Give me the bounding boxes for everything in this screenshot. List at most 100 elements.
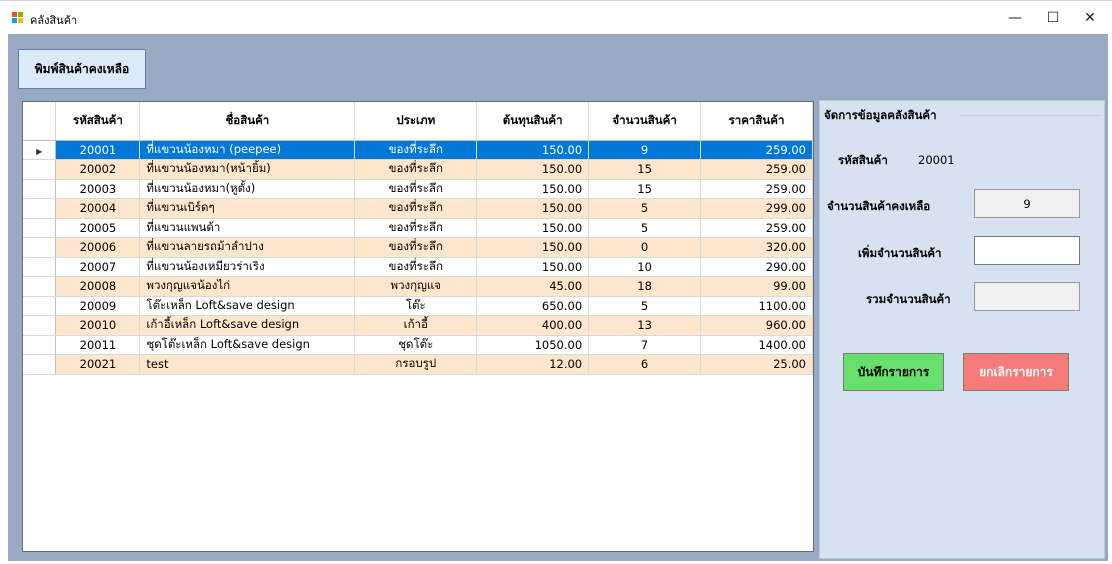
price-cell[interactable]: 259.00 (700, 179, 813, 199)
table-row[interactable]: 20003 ที่แขวนน้องหมา(หูตั้ง) ของที่ระลึก 15… (23, 179, 813, 199)
cost-cell[interactable]: 150.00 (476, 257, 590, 277)
row-header[interactable] (23, 315, 57, 336)
price-cell[interactable]: 290.00 (700, 257, 813, 277)
cost-cell[interactable]: 400.00 (476, 315, 590, 336)
cost-cell[interactable]: 150.00 (476, 198, 590, 219)
table-row[interactable]: 20010 เก้าอี้เหล็ก Loft&save design เก้าอี… (23, 315, 813, 336)
price-cell[interactable]: 99.00 (700, 276, 813, 297)
minimize-icon[interactable]: — (1000, 6, 1030, 30)
category-cell[interactable]: โต๊ะ (354, 296, 478, 316)
quantity-cell[interactable]: 6 (588, 354, 702, 375)
cost-cell[interactable]: 150.00 (476, 140, 590, 160)
product-name-cell[interactable]: ชุดโต๊ะเหล็ก Loft&save design (139, 335, 356, 355)
row-header[interactable] (23, 296, 57, 316)
price-cell[interactable]: 299.00 (700, 198, 813, 219)
category-cell[interactable]: ของที่ระลึก (354, 159, 478, 180)
cost-cell[interactable]: 45.00 (476, 276, 590, 297)
quantity-cell[interactable]: 18 (588, 276, 702, 297)
row-header[interactable] (23, 276, 57, 297)
product-code-cell[interactable]: 20004 (55, 198, 141, 219)
table-row[interactable]: 20008 พวงกุญแจน้องไก่ พวงกุญแจ 45.00 18 99.00 (23, 276, 813, 297)
column-header[interactable]: ต้นทุนสินค้า (476, 102, 590, 141)
product-name-cell[interactable]: พวงกุญแจน้องไก่ (139, 276, 356, 297)
product-code-cell[interactable]: 20001 (55, 140, 141, 160)
product-grid[interactable]: รหัสสินค้า ชื่อสินค้า ประเภท ต้นทุนสินค้… (22, 101, 814, 552)
cost-cell[interactable]: 12.00 (476, 354, 590, 375)
table-row[interactable]: 20021 test กรอบรูป 12.00 6 25.00 (23, 354, 813, 375)
table-row[interactable]: 20006 ที่แขวนลายรถม้าลำปาง ของที่ระลึก 150.… (23, 237, 813, 258)
product-code-cell[interactable]: 20011 (55, 335, 141, 355)
product-code-cell[interactable]: 20002 (55, 159, 141, 180)
price-cell[interactable]: 1400.00 (700, 335, 813, 355)
product-name-cell[interactable]: ที่แขวนน้องเหมียวร่าเริง (139, 257, 356, 277)
cancel-button[interactable]: ยกเลิกรายการ (963, 353, 1069, 391)
print-stock-button[interactable]: พิมพ์สินค้าคงเหลือ (18, 49, 146, 89)
cost-cell[interactable]: 150.00 (476, 179, 590, 199)
price-cell[interactable]: 259.00 (700, 140, 813, 160)
quantity-cell[interactable]: 5 (588, 296, 702, 316)
product-code-cell[interactable]: 20007 (55, 257, 141, 277)
table-row[interactable]: 20004 ที่แขวนเบิร์ดๆ ของที่ระลึก 150.00 5 299… (23, 198, 813, 219)
column-header[interactable]: จำนวนสินค้า (588, 102, 702, 141)
quantity-cell[interactable]: 15 (588, 159, 702, 180)
quantity-cell[interactable]: 5 (588, 218, 702, 238)
product-name-cell[interactable]: ที่แขวนน้องหมา (peepee) (139, 140, 356, 160)
row-header[interactable] (23, 237, 57, 258)
category-cell[interactable]: ของที่ระลึก (354, 218, 478, 238)
price-cell[interactable]: 1100.00 (700, 296, 813, 316)
category-cell[interactable]: ของที่ระลึก (354, 179, 478, 199)
quantity-cell[interactable]: 13 (588, 315, 702, 336)
table-row[interactable]: 20007 ที่แขวนน้องเหมียวร่าเริง ของที่ระลึก… (23, 257, 813, 277)
product-name-cell[interactable]: ที่แขวนแพนด้า (139, 218, 356, 238)
column-header[interactable]: ประเภท (354, 102, 478, 141)
table-row[interactable]: 20002 ที่แขวนน้องหมา(หน้ายิ้ม) ของที่ระลึก… (23, 159, 813, 180)
category-cell[interactable]: ของที่ระลึก (354, 237, 478, 258)
column-header[interactable]: รหัสสินค้า (55, 102, 141, 141)
product-name-cell[interactable]: เก้าอี้เหล็ก Loft&save design (139, 315, 356, 336)
category-cell[interactable]: กรอบรูป (354, 354, 478, 375)
price-cell[interactable]: 259.00 (700, 159, 813, 180)
save-button[interactable]: บันทึกรายการ (843, 353, 944, 391)
quantity-cell[interactable]: 5 (588, 198, 702, 219)
product-name-cell[interactable]: ที่แขวนเบิร์ดๆ (139, 198, 356, 219)
category-cell[interactable]: พวงกุญแจ (354, 276, 478, 297)
price-cell[interactable]: 25.00 (700, 354, 813, 375)
table-row[interactable]: ▶ 20001 ที่แขวนน้องหมา (peepee) ของที่ระลึก… (23, 140, 813, 160)
category-cell[interactable]: ของที่ระลึก (354, 257, 478, 277)
product-code-cell[interactable]: 20009 (55, 296, 141, 316)
row-header[interactable] (23, 198, 57, 219)
product-code-cell[interactable]: 20008 (55, 276, 141, 297)
cost-cell[interactable]: 150.00 (476, 159, 590, 180)
category-cell[interactable]: ของที่ระลึก (354, 140, 478, 160)
add-qty-input[interactable] (974, 236, 1080, 265)
product-code-cell[interactable]: 20021 (55, 354, 141, 375)
price-cell[interactable]: 259.00 (700, 218, 813, 238)
table-row[interactable]: 20005 ที่แขวนแพนด้า ของที่ระลึก 150.00 5 259.… (23, 218, 813, 238)
row-header[interactable] (23, 159, 57, 180)
product-code-cell[interactable]: 20006 (55, 237, 141, 258)
category-cell[interactable]: ของที่ระลึก (354, 198, 478, 219)
quantity-cell[interactable]: 0 (588, 237, 702, 258)
table-row[interactable]: 20009 โต๊ะเหล็ก Loft&save design โต๊ะ 650.0… (23, 296, 813, 316)
column-header[interactable]: ชื่อสินค้า (139, 102, 356, 141)
row-header[interactable] (23, 354, 57, 375)
cost-cell[interactable]: 650.00 (476, 296, 590, 316)
product-code-cell[interactable]: 20010 (55, 315, 141, 336)
table-row[interactable]: 20011 ชุดโต๊ะเหล็ก Loft&save design ชุดโต๊… (23, 335, 813, 355)
category-cell[interactable]: ชุดโต๊ะ (354, 335, 478, 355)
cost-cell[interactable]: 150.00 (476, 218, 590, 238)
product-name-cell[interactable]: โต๊ะเหล็ก Loft&save design (139, 296, 356, 316)
column-header[interactable]: ราคาสินค้า (700, 102, 813, 141)
product-name-cell[interactable]: ที่แขวนน้องหมา(หูตั้ง) (139, 179, 356, 199)
cost-cell[interactable]: 1050.00 (476, 335, 590, 355)
cost-cell[interactable]: 150.00 (476, 237, 590, 258)
row-header[interactable]: ▶ (23, 140, 57, 160)
quantity-cell[interactable]: 7 (588, 335, 702, 355)
product-name-cell[interactable]: test (139, 354, 356, 375)
price-cell[interactable]: 960.00 (700, 315, 813, 336)
product-name-cell[interactable]: ที่แขวนลายรถม้าลำปาง (139, 237, 356, 258)
quantity-cell[interactable]: 15 (588, 179, 702, 199)
price-cell[interactable]: 320.00 (700, 237, 813, 258)
quantity-cell[interactable]: 10 (588, 257, 702, 277)
maximize-icon[interactable]: ☐ (1038, 6, 1068, 30)
